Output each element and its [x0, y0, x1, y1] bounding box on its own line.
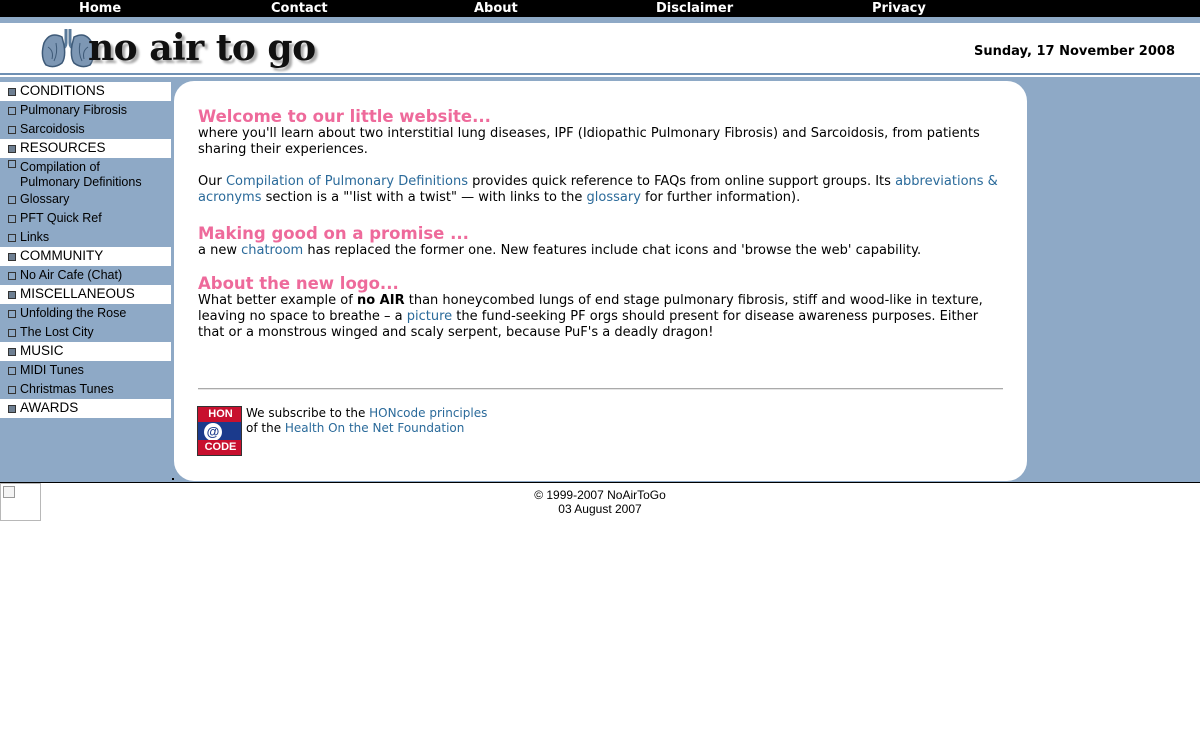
footer-copyright: © 1999-2007 NoAirToGo: [534, 488, 666, 502]
square-bullet-icon: [8, 386, 16, 394]
square-bullet-icon: [8, 107, 16, 115]
nav-home-link[interactable]: Home: [79, 1, 121, 16]
sidebar-section-label: MUSIC: [20, 343, 64, 358]
sidebar-item-no-air-cafe[interactable]: No Air Cafe (Chat): [0, 266, 172, 285]
square-bullet-icon: [8, 234, 16, 242]
bold-text: no AIR: [356, 293, 405, 308]
sidebar-section-label: RESOURCES: [20, 140, 106, 155]
welcome-intro: where you'll learn about two interstitia…: [198, 126, 980, 157]
text-span: of the: [246, 421, 285, 435]
square-bullet-icon: [8, 215, 16, 223]
honcode-badge[interactable]: HON @ CODE: [197, 406, 242, 456]
text-span: What better example of: [198, 293, 357, 308]
square-bullet-icon: [8, 405, 16, 413]
promise-paragraph: a new chatroom has replaced the former o…: [198, 243, 1003, 259]
text-span: a new: [198, 243, 242, 258]
nav-about-link[interactable]: About: [474, 1, 518, 16]
sidebar-item-glossary[interactable]: Glossary: [0, 190, 172, 209]
spacer-dot: [172, 478, 174, 480]
honcode-statement: We subscribe to the HONcode principles o…: [246, 406, 487, 436]
sidebar-item-label[interactable]: Compilation of Pulmonary Definitions: [20, 160, 142, 189]
top-navigation: Home Contact About Disclaimer Privacy: [0, 0, 1200, 17]
honcode-badge-bottom: CODE: [198, 440, 241, 455]
sidebar-item-label[interactable]: Christmas Tunes: [20, 382, 114, 396]
welcome-heading: Welcome to our little website...: [198, 107, 491, 126]
text-span: Our: [198, 174, 226, 189]
honcode-principles-link[interactable]: HONcode principles: [369, 406, 487, 420]
main-content: Welcome to our little website... where y…: [198, 107, 1003, 341]
sidebar-item-pft-quick-ref[interactable]: PFT Quick Ref: [0, 209, 172, 228]
sidebar-item-label[interactable]: Glossary: [20, 192, 69, 206]
chatroom-link[interactable]: chatroom: [241, 243, 303, 258]
sidebar-item-compilation[interactable]: Compilation of Pulmonary Definitions: [0, 158, 160, 190]
sidebar-section-label[interactable]: AWARDS: [20, 400, 78, 415]
square-bullet-icon: [8, 329, 16, 337]
square-bullet-icon: [8, 348, 16, 356]
square-bullet-icon: [8, 310, 16, 318]
current-date: Sunday, 17 November 2008: [974, 44, 1175, 59]
sidebar-item-label[interactable]: MIDI Tunes: [20, 363, 84, 377]
picture-link[interactable]: picture: [407, 309, 452, 324]
nav-contact-link[interactable]: Contact: [271, 1, 328, 16]
main-content-card: Welcome to our little website... where y…: [174, 81, 1027, 481]
square-bullet-icon: [8, 160, 16, 168]
sidebar-item-label[interactable]: Sarcoidosis: [20, 122, 85, 136]
footer-divider: [0, 482, 1200, 483]
logo-paragraph: What better example of no AIR than honey…: [198, 293, 1003, 341]
site-logo-text[interactable]: no air to go: [88, 27, 316, 69]
square-bullet-icon: [8, 196, 16, 204]
logo-heading: About the new logo...: [198, 274, 399, 293]
sidebar-item-midi-tunes[interactable]: MIDI Tunes: [0, 361, 172, 380]
nav-privacy-link[interactable]: Privacy: [872, 1, 926, 16]
sidebar-section-conditions: CONDITIONS: [0, 82, 171, 101]
text-span: for further information).: [640, 190, 801, 205]
horizontal-divider: [198, 388, 1003, 390]
square-bullet-icon: [8, 367, 16, 375]
sidebar-item-label[interactable]: Pulmonary Fibrosis: [20, 103, 127, 117]
sidebar-item-label[interactable]: Links: [20, 230, 49, 244]
sidebar-section-community: COMMUNITY: [0, 247, 171, 266]
honcode-line-2: of the Health On the Net Foundation: [246, 421, 487, 436]
square-bullet-icon: [8, 291, 16, 299]
square-bullet-icon: [8, 145, 16, 153]
footer-updated-date: 03 August 2007: [558, 502, 642, 516]
sidebar-item-label[interactable]: The Lost City: [20, 325, 94, 339]
sidebar-item-links[interactable]: Links: [0, 228, 172, 247]
sidebar-item-the-lost-city[interactable]: The Lost City: [0, 323, 172, 342]
sidebar-section-label: CONDITIONS: [20, 83, 105, 98]
text-span: We subscribe to the: [246, 406, 370, 420]
sidebar-section-awards[interactable]: AWARDS: [0, 399, 171, 418]
sidebar-menu: CONDITIONS Pulmonary Fibrosis Sarcoidosi…: [0, 82, 172, 418]
text-span: provides quick reference to FAQs from on…: [467, 174, 896, 189]
square-bullet-icon: [8, 272, 16, 280]
sidebar-section-music: MUSIC: [0, 342, 171, 361]
sidebar-section-label: COMMUNITY: [20, 248, 104, 263]
sidebar-item-label[interactable]: PFT Quick Ref: [20, 211, 102, 225]
sidebar-item-christmas-tunes[interactable]: Christmas Tunes: [0, 380, 172, 399]
sidebar-section-label: MISCELLANEOUS: [20, 286, 135, 301]
sidebar-section-miscellaneous: MISCELLANEOUS: [0, 285, 171, 304]
honcode-line-1: We subscribe to the HONcode principles: [246, 406, 487, 421]
compilation-link[interactable]: Compilation of Pulmonary Definitions: [226, 174, 468, 189]
nav-disclaimer-link[interactable]: Disclaimer: [656, 1, 733, 16]
at-sign-icon: @: [204, 423, 222, 441]
square-bullet-icon: [8, 126, 16, 134]
text-span: section is a "'list with a twist" — with…: [261, 190, 587, 205]
site-header: no air to go Sunday, 17 November 2008: [0, 23, 1200, 75]
sidebar-item-pulmonary-fibrosis[interactable]: Pulmonary Fibrosis: [0, 101, 172, 120]
sidebar-item-sarcoidosis[interactable]: Sarcoidosis: [0, 120, 172, 139]
text-span: has replaced the former one. New feature…: [303, 243, 922, 258]
sidebar-item-unfolding-the-rose[interactable]: Unfolding the Rose: [0, 304, 172, 323]
sidebar-section-resources: RESOURCES: [0, 139, 171, 158]
sidebar-item-label[interactable]: Unfolding the Rose: [20, 306, 126, 320]
resources-paragraph: Our Compilation of Pulmonary Definitions…: [198, 174, 1003, 206]
sidebar-item-label[interactable]: No Air Cafe (Chat): [20, 268, 122, 282]
glossary-link[interactable]: glossary: [587, 190, 641, 205]
square-bullet-icon: [8, 88, 16, 96]
hon-foundation-link[interactable]: Health On the Net Foundation: [285, 421, 464, 435]
honcode-badge-top: HON: [198, 407, 241, 422]
promise-heading: Making good on a promise ...: [198, 224, 469, 243]
site-footer: © 1999-2007 NoAirToGo 03 August 2007: [0, 488, 1200, 516]
square-bullet-icon: [8, 253, 16, 261]
